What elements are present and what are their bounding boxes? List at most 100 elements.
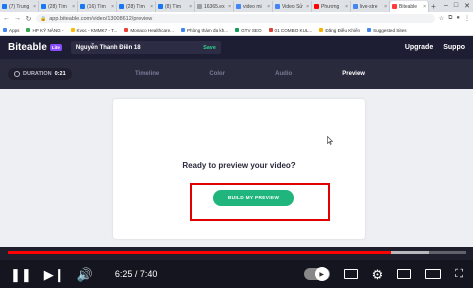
main-content: Ready to preview your video? BUILD MY PR… xyxy=(0,89,473,247)
tab-color[interactable]: Color xyxy=(209,71,225,77)
address-bar: ← → ↻ 🔒 app.biteable.com/video/13008612/… xyxy=(0,12,473,25)
biteable-logo[interactable]: Biteable xyxy=(8,42,47,53)
bookmark-label: GTV SEO xyxy=(241,27,262,33)
next-icon[interactable]: ▶❙ xyxy=(44,268,65,281)
build-preview-button[interactable]: BUILD MY PREVIEW xyxy=(213,190,294,206)
lock-icon: 🔒 xyxy=(40,15,47,22)
bookmark-label: HP KỸ NĂNG - xyxy=(32,27,64,33)
tab-timeline[interactable]: Timeline xyxy=(135,71,159,77)
tab-favicon-icon xyxy=(275,4,280,9)
extensions-area: ☆ ⧉ ● ⋮ xyxy=(439,15,470,22)
tab-favicon-icon xyxy=(392,4,397,9)
bookmark-item[interactable]: HP KỸ NĂNG - xyxy=(26,27,64,33)
browser-tab[interactable]: live-stre × xyxy=(351,1,390,12)
subtitles-icon[interactable] xyxy=(343,269,358,279)
browser-tab[interactable]: Biteable × xyxy=(390,1,429,12)
menu-icon[interactable]: ⋮ xyxy=(464,15,470,22)
browser-tab[interactable]: Video Sử × xyxy=(273,1,312,12)
new-tab-button[interactable]: + xyxy=(429,1,438,12)
bookmark-item[interactable]: GTV SEO xyxy=(235,27,262,33)
browser-tab[interactable]: (28) Tìm × xyxy=(117,1,156,12)
tab-audio[interactable]: Audio xyxy=(275,71,292,77)
upgrade-link[interactable]: Upgrade xyxy=(405,44,433,51)
video-title-field[interactable]: Nguyễn Thanh Điền 18 Save xyxy=(70,41,221,54)
tab-close-icon[interactable]: × xyxy=(33,4,36,10)
tab-favicon-icon xyxy=(41,4,46,9)
browser-tab[interactable]: video mi × xyxy=(234,1,273,12)
tab-close-icon[interactable]: × xyxy=(111,4,114,10)
tab-close-icon[interactable]: × xyxy=(189,4,192,10)
miniplayer-icon[interactable] xyxy=(397,269,412,279)
video-controls: ❚❚ ▶❙ 🔊 6:25 / 7:40 ▶ ⚙ ⛶ xyxy=(0,260,473,288)
tab-close-icon[interactable]: × xyxy=(306,4,309,10)
theater-mode-icon[interactable] xyxy=(425,269,442,279)
autoplay-toggle[interactable]: ▶ xyxy=(303,267,330,281)
browser-tab[interactable]: (8) Tìm × xyxy=(156,1,195,12)
url-input[interactable]: 🔒 app.biteable.com/video/13008612/previe… xyxy=(36,14,435,23)
bookmark-item[interactable]: Kvoc - KMMK7 - T... xyxy=(70,28,117,33)
bookmark-icon xyxy=(180,28,185,32)
plan-badge: Lite xyxy=(49,44,62,51)
progress-bar[interactable] xyxy=(8,251,466,254)
tab-favicon-icon xyxy=(236,4,241,9)
bookmark-icon xyxy=(235,28,240,32)
browser-tab[interactable]: (7) Trung × xyxy=(0,1,39,12)
clock-icon xyxy=(14,71,20,77)
pause-icon[interactable]: ❚❚ xyxy=(10,268,32,281)
tab-label: 16365.ex xyxy=(204,3,225,10)
tab-label: live-stre xyxy=(360,3,378,10)
save-button[interactable]: Save xyxy=(203,45,216,51)
duration-display: DURATION 0:21 xyxy=(8,68,72,80)
tab-label: (8) Tìm xyxy=(165,3,182,10)
browser-tab[interactable]: Phương × xyxy=(312,1,351,12)
tab-label: Biteable xyxy=(399,3,418,10)
support-link[interactable]: Suppo xyxy=(443,44,465,51)
browser-tab[interactable]: 16365.ex × xyxy=(195,1,234,12)
bookmark-item[interactable]: Phòng thám đa kh... xyxy=(180,27,229,33)
volume-icon[interactable]: 🔊 xyxy=(77,268,93,281)
browser-tab[interactable]: (16) Tìm × xyxy=(78,1,117,12)
tab-preview[interactable]: Preview xyxy=(342,71,365,77)
browser-tab-strip: (7) Trung × (28) Tìm × (16) Tìm × (28) Tìm × (8)… xyxy=(0,0,473,12)
bookmark-item[interactable]: Đăng Điều Khiển xyxy=(319,28,360,33)
profile-icon[interactable]: ● xyxy=(456,15,460,22)
maximize-button[interactable]: □ xyxy=(454,2,458,10)
bookmark-item[interactable]: Apps xyxy=(3,28,19,33)
star-icon[interactable]: ☆ xyxy=(439,15,444,22)
bookmark-icon xyxy=(70,28,75,32)
bookmark-label: Phòng thám đa kh... xyxy=(186,27,229,33)
close-window-button[interactable]: ✕ xyxy=(464,2,470,10)
extension-icon[interactable]: ⧉ xyxy=(448,15,452,22)
bookmark-icon xyxy=(367,28,372,32)
tab-close-icon[interactable]: × xyxy=(423,4,426,10)
tab-close-icon[interactable]: × xyxy=(267,4,270,10)
minimize-button[interactable]: – xyxy=(444,2,448,10)
reload-icon[interactable]: ↻ xyxy=(25,15,32,23)
bookmark-label: Đăng Điều Khiển xyxy=(325,27,361,33)
bookmark-icon xyxy=(319,28,324,32)
tab-favicon-icon xyxy=(314,4,319,9)
browser-tab[interactable]: (28) Tìm × xyxy=(39,1,78,12)
settings-icon[interactable]: ⚙ xyxy=(372,268,384,281)
tab-label: video mi xyxy=(243,3,262,10)
player-right-controls: ▶ ⚙ ⛶ xyxy=(303,267,463,281)
tab-label: Phương xyxy=(321,3,340,10)
app-header: Biteable Lite Nguyễn Thanh Điền 18 Save … xyxy=(0,36,473,59)
forward-icon[interactable]: → xyxy=(14,15,21,22)
video-progress-area xyxy=(0,247,473,260)
tab-close-icon[interactable]: × xyxy=(228,4,231,10)
tab-close-icon[interactable]: × xyxy=(345,4,348,10)
tab-close-icon[interactable]: × xyxy=(72,4,75,10)
editor-toolbar: DURATION 0:21 Timeline Color Audio Previ… xyxy=(0,59,473,89)
fullscreen-icon[interactable]: ⛶ xyxy=(455,268,463,280)
bookmark-item[interactable]: Monaco Healthcare... xyxy=(124,28,174,33)
tab-close-icon[interactable]: × xyxy=(384,4,387,10)
back-icon[interactable]: ← xyxy=(3,15,10,22)
bookmark-label: Monaco Healthcare... xyxy=(130,27,174,33)
preview-card: Ready to preview your video? BUILD MY PR… xyxy=(113,99,365,239)
played-bar xyxy=(8,251,392,254)
tab-close-icon[interactable]: × xyxy=(150,4,153,10)
tab-favicon-icon xyxy=(119,4,124,9)
bookmark-item[interactable]: Suggested Sites xyxy=(367,28,407,33)
bookmark-item[interactable]: 01 COMBO KUL... xyxy=(268,28,312,33)
